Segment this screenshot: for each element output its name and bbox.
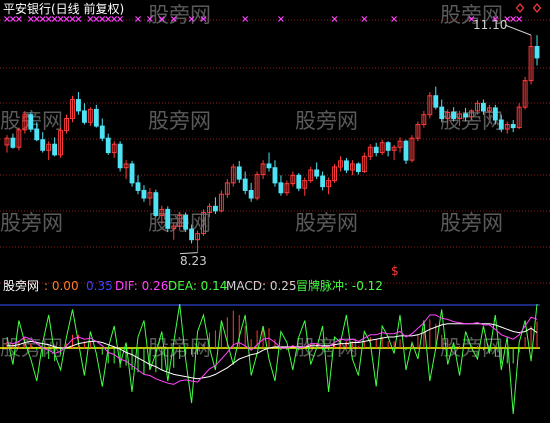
chart-title: 平安银行(日线 前复权) xyxy=(3,1,124,16)
marker-x xyxy=(69,16,76,22)
marker-x xyxy=(39,16,46,22)
marker-x xyxy=(33,16,40,22)
high-leader-line xyxy=(504,24,532,36)
signal-diamond xyxy=(532,3,542,13)
candle-body xyxy=(278,182,284,194)
candle-body xyxy=(320,175,326,188)
marker-x xyxy=(105,16,112,22)
indicator-legend: 股旁网 : 0.00 0.35 DIF: 0.26 DEA: 0.14 MACD… xyxy=(3,278,383,293)
candle-body xyxy=(355,163,361,173)
candle-body xyxy=(129,163,135,184)
indicator-name: 股旁网 xyxy=(3,278,39,293)
marker-x xyxy=(510,16,517,22)
marker-x xyxy=(27,16,34,22)
candle-body xyxy=(498,119,504,130)
candle-body xyxy=(344,160,349,171)
watermark-text: 股旁网 xyxy=(295,109,358,133)
watermark-text: 股旁网 xyxy=(148,3,211,27)
candle-body xyxy=(135,182,141,191)
legend-dif: DIF: 0.26 xyxy=(115,279,168,293)
grid-lines xyxy=(0,19,550,284)
candle-body xyxy=(403,140,409,161)
legend-v1: : 0.00 xyxy=(44,279,79,293)
candle-body xyxy=(117,143,123,169)
candle-body xyxy=(534,46,540,59)
legend-v2: 0.35 xyxy=(86,279,113,293)
marker-x xyxy=(391,16,398,22)
candle-body xyxy=(34,128,40,141)
marker-x xyxy=(111,16,118,22)
candle-body xyxy=(510,124,516,129)
marker-x xyxy=(87,16,94,22)
candle-body xyxy=(439,106,445,119)
candle-body xyxy=(248,189,254,199)
marker-x xyxy=(361,16,368,22)
candle-body xyxy=(385,142,391,151)
marker-x xyxy=(93,16,100,22)
candle-body xyxy=(266,163,272,169)
signal-diamond xyxy=(515,3,525,13)
price-annotations: 11.10 8.23 $ xyxy=(179,18,532,278)
candle-body xyxy=(99,125,105,139)
candle-body xyxy=(40,139,46,151)
candle-body xyxy=(52,143,58,156)
candle-body xyxy=(76,99,81,112)
watermark-text: 股旁网 xyxy=(295,211,358,235)
chart-canvas: 股旁网股旁网股旁网股旁网股旁网股旁网股旁网股旁网股旁网股旁网股旁网股旁网股旁网股… xyxy=(0,1,550,415)
legend-osc: 冒牌脉冲: -0.12 xyxy=(296,278,383,293)
candle-body xyxy=(28,114,34,130)
legend-dea: DEA: 0.14 xyxy=(168,279,227,293)
candle-body xyxy=(296,174,302,189)
marker-x xyxy=(51,16,58,22)
candle-body xyxy=(212,205,218,212)
marker-x xyxy=(135,16,141,22)
watermark-text: 股旁网 xyxy=(0,211,63,235)
candle-body xyxy=(242,178,248,191)
legend-macd: MACD: 0.25 xyxy=(226,279,297,293)
candle-body xyxy=(93,108,99,127)
candle-body xyxy=(10,137,16,148)
candle-body xyxy=(314,169,320,177)
candle-body xyxy=(165,208,171,229)
candle-body xyxy=(153,192,159,216)
marker-x xyxy=(75,16,82,22)
candle-body xyxy=(272,167,278,184)
marker-x xyxy=(516,16,523,22)
candle-body xyxy=(451,111,457,119)
candle-body xyxy=(183,214,189,230)
marker-x xyxy=(10,16,16,22)
marker-x xyxy=(15,16,22,22)
marker-x xyxy=(57,16,64,22)
marker-x xyxy=(117,16,124,22)
marker-x xyxy=(331,16,338,22)
candle-body xyxy=(81,110,87,123)
marker-x xyxy=(99,16,106,22)
low-label: 8.23 xyxy=(180,254,207,268)
signal-symbol: $ xyxy=(391,264,399,278)
watermark-text: 股旁网 xyxy=(148,109,211,133)
candle-body xyxy=(189,228,195,241)
marker-x xyxy=(242,16,249,22)
candle-body xyxy=(105,137,111,154)
marker-x xyxy=(45,16,52,22)
candle-body xyxy=(433,95,439,108)
watermark-layer: 股旁网股旁网股旁网股旁网股旁网股旁网股旁网股旁网股旁网股旁网股旁网股旁网股旁网股… xyxy=(0,3,503,360)
candle-body xyxy=(463,113,468,118)
watermark-text: 股旁网 xyxy=(440,211,503,235)
marker-x xyxy=(4,16,10,22)
marker-x xyxy=(278,16,284,22)
candle-body xyxy=(236,166,242,180)
candle-body xyxy=(141,189,147,199)
candle-body xyxy=(480,102,486,112)
candle-body xyxy=(373,146,379,154)
candle-body xyxy=(492,107,498,121)
marker-x xyxy=(63,16,70,22)
high-label: 11.10 xyxy=(473,18,507,32)
